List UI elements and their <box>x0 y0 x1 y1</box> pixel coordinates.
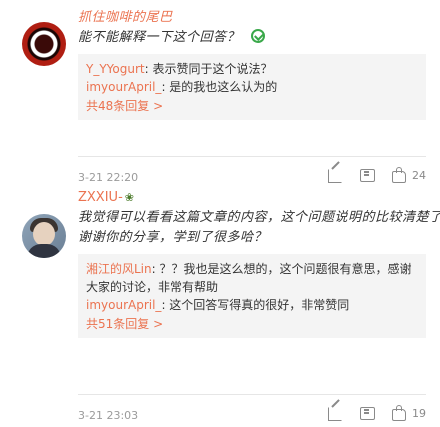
reply-text: 这个回答写得真的很好，非常赞同 <box>169 298 350 312</box>
comment-icon[interactable] <box>358 405 378 421</box>
reply-username[interactable]: 湘江的风Lin <box>86 262 152 276</box>
comment-actions: 19 <box>314 405 426 421</box>
like-icon[interactable] <box>390 405 410 421</box>
avatar[interactable] <box>22 214 66 258</box>
comment-text-line: 我觉得可以看看这篇文章的内容，这个问题说明的比较清楚了 <box>78 210 440 225</box>
comment-item: 抓住咖啡的尾巴 能不能解释一下这个回答？ Y_YYogurt: 表示赞同于这个说… <box>0 0 440 184</box>
like-count: 24 <box>412 168 426 182</box>
reply-username[interactable]: imyourApril_ <box>86 298 161 312</box>
comment-text-content: 谢谢你的分享，学到了很多哈？ <box>78 230 268 245</box>
comment-actions: 24 <box>314 167 426 183</box>
comment-username[interactable]: ZXXIU- ❀ <box>78 188 426 208</box>
reply-text: 是的我也这么认为的 <box>169 80 278 94</box>
comment-time: 3-21 23:03 <box>78 409 139 422</box>
like-count: 19 <box>412 406 426 420</box>
reply-username[interactable]: Y_YYogurt <box>86 62 145 76</box>
reply-item[interactable]: Y_YYogurt: 表示赞同于这个说法？ <box>86 60 418 78</box>
reply-item[interactable]: imyourApril_: 是的我也这么认为的 <box>86 78 418 96</box>
comment-text-content: 能不能解释一下这个回答？ <box>78 30 241 45</box>
share-icon[interactable] <box>326 167 346 183</box>
bee-icon: ❀ <box>124 191 134 204</box>
comment-footer: 3-21 23:03 19 <box>78 394 426 422</box>
comment-body: ZXXIU- ❀ 我觉得可以看看这篇文章的内容，这个问题说明的比较清楚了 谢谢你的… <box>78 188 440 338</box>
more-replies-link[interactable]: 共48条回复 > <box>86 96 418 116</box>
comment-text-line: 谢谢你的分享，学到了很多哈？ <box>78 228 426 248</box>
like-icon[interactable] <box>390 167 410 183</box>
reply-item[interactable]: imyourApril_: 这个回答写得真的很好，非常赞同 <box>86 296 418 314</box>
avatar[interactable] <box>22 22 66 66</box>
comment-icon[interactable] <box>358 167 378 183</box>
comment-footer: 3-21 22:20 24 <box>78 156 426 184</box>
reply-item[interactable]: 湘江的风Lin: ？？我也是这么想的，这个问题很有意思，感谢大家的讨论，非常有帮… <box>86 260 418 296</box>
reply-list[interactable]: 湘江的风Lin: ？？我也是这么想的，这个问题很有意思，感谢大家的讨论，非常有帮… <box>78 254 426 338</box>
share-icon[interactable] <box>326 405 346 421</box>
comment-username[interactable]: 抓住咖啡的尾巴 <box>78 8 426 28</box>
comment-body: 抓住咖啡的尾巴 能不能解释一下这个回答？ Y_YYogurt: 表示赞同于这个说… <box>78 8 426 120</box>
reply-list[interactable]: Y_YYogurt: 表示赞同于这个说法？ imyourApril_: 是的我也… <box>78 54 426 120</box>
reply-text: 表示赞同于这个说法？ <box>152 62 273 76</box>
comment-text: 能不能解释一下这个回答？ <box>78 28 426 48</box>
more-replies-link[interactable]: 共51条回复 > <box>86 314 418 334</box>
comment-username-text[interactable]: ZXXIU- <box>78 190 123 205</box>
reply-username[interactable]: imyourApril_ <box>86 80 161 94</box>
verified-icon <box>250 29 265 43</box>
comment-item: ZXXIU- ❀ 我觉得可以看看这篇文章的内容，这个问题说明的比较清楚了 谢谢你的… <box>0 182 440 427</box>
